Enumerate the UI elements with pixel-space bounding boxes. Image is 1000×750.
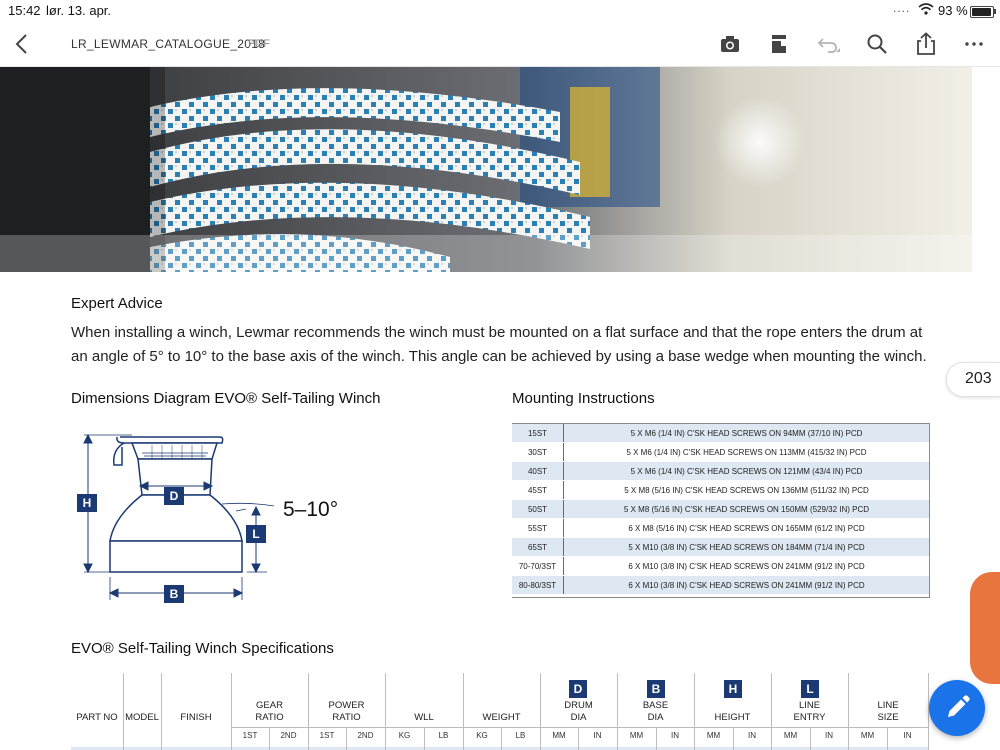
sub-entry-in: IN xyxy=(825,731,833,740)
mounting-description: 5 X M6 (1/4 IN) C'SK HEAD SCREWS ON 121M… xyxy=(563,461,929,481)
pencil-icon xyxy=(948,695,970,717)
page-number: 203 xyxy=(965,370,992,387)
dimensions-diagram-heading: Dimensions Diagram EVO® Self-Tailing Win… xyxy=(71,390,381,407)
mounting-model: 65ST xyxy=(512,537,564,557)
drum-badge-label: D xyxy=(169,489,179,503)
sub-height-mm: MM xyxy=(706,731,721,740)
sub-base-in: IN xyxy=(671,731,679,740)
mounting-model: 15ST xyxy=(512,424,564,443)
status-bar: 15:42 lør. 13. apr. .... 93 % xyxy=(0,0,1000,22)
mounting-row: 40ST 5 X M6 (1/4 IN) C'SK HEAD SCREWS ON … xyxy=(512,461,929,481)
expert-advice-text: When installing a winch, Lewmar recommen… xyxy=(71,324,927,365)
mounting-model: 40ST xyxy=(512,461,564,481)
mounting-row: 80-80/3ST 6 X M10 (3/8 IN) C'SK HEAD SCRE… xyxy=(512,575,929,595)
rope-winch-photo xyxy=(0,67,972,272)
mounting-description: 6 X M8 (5/16 IN) C'SK HEAD SCREWS ON 165… xyxy=(563,518,929,538)
sub-entry-mm: MM xyxy=(783,731,798,740)
specifications-table-header: PART NO MODEL FINISH GEAR RATIO POWER RA… xyxy=(71,673,929,750)
mounting-model: 45ST xyxy=(512,480,564,500)
col-line-entry: LINE ENTRY xyxy=(793,700,826,723)
col-wll: WLL xyxy=(414,712,434,723)
sub-wll-lb: LB xyxy=(438,731,449,740)
sub-drum-in: IN xyxy=(593,731,602,740)
undo-icon[interactable] xyxy=(814,30,842,58)
document-title: LR_LEWMAR_CATALOGUE_2018 xyxy=(71,37,266,51)
status-time: 15:42 xyxy=(8,3,41,18)
col-line-size: LINE SIZE xyxy=(877,700,899,723)
bookmark-icon[interactable] xyxy=(765,30,793,58)
mounting-row: 65ST 5 X M10 (3/8 IN) C'SK HEAD SCREWS ON… xyxy=(512,537,929,557)
sub-weight-lb: LB xyxy=(515,731,526,740)
mounting-description: 5 X M8 (5/16 IN) C'SK HEAD SCREWS ON 150… xyxy=(563,499,929,519)
mounting-row: 15ST 5 X M6 (1/4 IN) C'SK HEAD SCREWS ON … xyxy=(512,424,929,443)
status-dots: .... xyxy=(893,1,911,15)
sub-size-in: IN xyxy=(903,731,912,740)
mounting-model: 70-70/3ST xyxy=(512,556,564,576)
mounting-description: 5 X M8 (5/16 IN) C'SK HEAD SCREWS ON 136… xyxy=(563,480,929,500)
mounting-description: 6 X M10 (3/8 IN) C'SK HEAD SCREWS ON 241… xyxy=(563,575,929,595)
mounting-description: 5 X M6 (1/4 IN) C'SK HEAD SCREWS ON 94MM… xyxy=(563,424,929,443)
height-col-badge: H xyxy=(724,680,742,698)
page-number-badge[interactable]: 203 xyxy=(946,362,1000,397)
side-panel-tab[interactable] xyxy=(970,572,1000,684)
base-dia-badge: B xyxy=(647,680,665,698)
col-part-no: PART NO xyxy=(76,712,118,723)
expert-advice-heading: Expert Advice xyxy=(71,295,163,312)
col-finish: FINISH xyxy=(180,712,212,723)
mounting-row: 30ST 5 X M6 (1/4 IN) C'SK HEAD SCREWS ON … xyxy=(512,442,929,462)
line-entry-col-badge: L xyxy=(801,680,819,698)
mounting-row: 50ST 5 X M8 (5/16 IN) C'SK HEAD SCREWS ON… xyxy=(512,499,929,519)
sub-power-1st: 1ST xyxy=(319,731,335,740)
more-icon[interactable] xyxy=(960,30,988,58)
mounting-description: 5 X M6 (1/4 IN) C'SK HEAD SCREWS ON 113M… xyxy=(563,442,929,462)
line-entry-badge-label: L xyxy=(252,527,260,541)
wifi-icon xyxy=(918,3,934,15)
height-badge-label: H xyxy=(82,496,92,510)
mounting-row: 55ST 6 X M8 (5/16 IN) C'SK HEAD SCREWS ON… xyxy=(512,518,929,538)
sub-gear-1st: 1ST xyxy=(242,731,258,740)
sub-power-2nd: 2ND xyxy=(357,731,374,740)
col-height: HEIGHT xyxy=(714,712,751,723)
mounting-model: 80-80/3ST xyxy=(512,575,564,595)
base-badge-label: B xyxy=(169,587,179,601)
specifications-heading: EVO® Self-Tailing Winch Specifications xyxy=(71,640,334,657)
col-weight: WEIGHT xyxy=(482,712,521,723)
mounting-instructions-heading: Mounting Instructions xyxy=(512,390,655,407)
mounting-description: 5 X M10 (3/8 IN) C'SK HEAD SCREWS ON 184… xyxy=(563,537,929,557)
mounting-model: 30ST xyxy=(512,442,564,462)
mounting-row: 45ST 5 X M8 (5/16 IN) C'SK HEAD SCREWS ON… xyxy=(512,480,929,500)
search-icon[interactable] xyxy=(863,30,891,58)
mounting-model: 55ST xyxy=(512,518,564,538)
sub-gear-2nd: 2ND xyxy=(280,731,297,740)
back-chevron-icon[interactable] xyxy=(12,32,32,56)
camera-icon[interactable] xyxy=(716,30,744,58)
mounting-row: 70-70/3ST 6 X M10 (3/8 IN) C'SK HEAD SCRE… xyxy=(512,556,929,576)
toolbar: LR_LEWMAR_CATALOGUE_2018 PDF xyxy=(0,22,1000,67)
col-gear-ratio: GEAR RATIO xyxy=(255,700,284,723)
sub-weight-kg: KG xyxy=(476,731,488,740)
col-model: MODEL xyxy=(125,712,159,723)
col-base-dia: BASE DIA xyxy=(642,700,669,723)
mounting-table: 15ST 5 X M6 (1/4 IN) C'SK HEAD SCREWS ON … xyxy=(512,424,929,595)
sub-drum-mm: MM xyxy=(552,731,566,740)
drum-dia-badge: D xyxy=(569,680,587,698)
share-icon[interactable] xyxy=(912,30,940,58)
status-date: lør. 13. apr. xyxy=(46,3,112,18)
mounting-description: 6 X M10 (3/8 IN) C'SK HEAD SCREWS ON 241… xyxy=(563,556,929,576)
battery-percent: 93 % xyxy=(938,3,968,18)
sub-base-mm: MM xyxy=(629,731,644,740)
sub-size-mm: MM xyxy=(860,731,875,740)
sub-wll-kg: KG xyxy=(398,731,411,740)
mounting-model: 50ST xyxy=(512,499,564,519)
edit-fab[interactable] xyxy=(929,680,985,736)
col-drum-dia: DRUM DIA xyxy=(564,700,593,723)
col-power-ratio: POWER RATIO xyxy=(328,700,365,723)
battery-icon xyxy=(970,6,996,18)
sub-height-in: IN xyxy=(748,731,756,740)
angle-label: 5–10° xyxy=(283,498,339,521)
document-type: PDF xyxy=(248,38,270,50)
